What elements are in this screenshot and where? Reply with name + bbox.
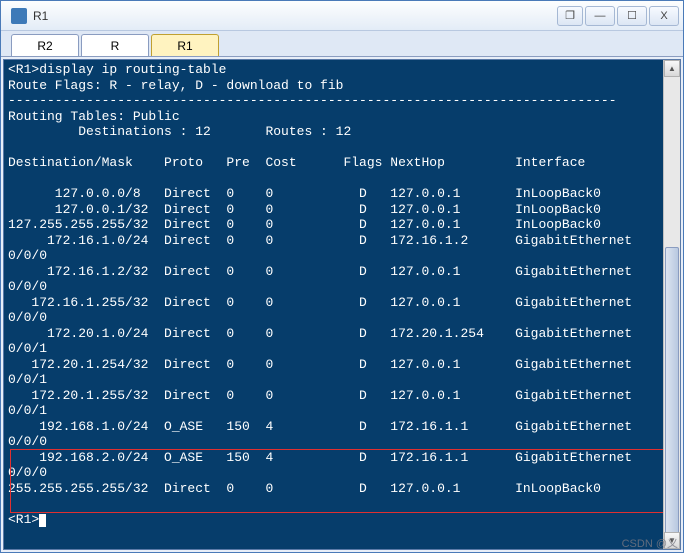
tab-r1[interactable]: R1 bbox=[151, 34, 219, 56]
cursor bbox=[39, 514, 46, 527]
minimize-button[interactable]: — bbox=[585, 6, 615, 26]
tab-bar: R2 R R1 bbox=[1, 31, 683, 57]
route-row: 0/0/1 bbox=[8, 341, 47, 356]
route-row: 0/0/0 bbox=[8, 465, 47, 480]
flags-line: Route Flags: R - relay, D - download to … bbox=[8, 78, 343, 93]
scroll-track[interactable] bbox=[664, 77, 680, 532]
watermark: CSDN @义 bbox=[622, 535, 678, 551]
route-row: 0/0/0 bbox=[8, 310, 47, 325]
header-row: Destination/Mask Proto Pre Cost Flags Ne… bbox=[8, 155, 585, 170]
route-row: 172.16.1.255/32 Direct 0 0 D 127.0.0.1 G… bbox=[8, 295, 632, 310]
divider-line: ----------------------------------------… bbox=[8, 93, 617, 108]
app-window: R1 ❐ — ☐ X R2 R R1 <R1>display ip routin… bbox=[0, 0, 684, 553]
scroll-up-button[interactable]: ▲ bbox=[664, 60, 680, 77]
route-row: 0/0/1 bbox=[8, 403, 47, 418]
tables-line: Routing Tables: Public bbox=[8, 109, 180, 124]
terminal-container: <R1>display ip routing-table Route Flags… bbox=[3, 59, 681, 550]
route-row: 127.0.0.1/32 Direct 0 0 D 127.0.0.1 InLo… bbox=[8, 202, 601, 217]
route-row: 0/0/0 bbox=[8, 434, 47, 449]
route-row: 0/0/0 bbox=[8, 248, 47, 263]
route-row: 172.20.1.254/32 Direct 0 0 D 127.0.0.1 G… bbox=[8, 357, 632, 372]
route-row: 172.16.1.2/32 Direct 0 0 D 127.0.0.1 Gig… bbox=[8, 264, 632, 279]
route-row: 127.255.255.255/32 Direct 0 0 D 127.0.0.… bbox=[8, 217, 601, 232]
app-icon bbox=[11, 8, 27, 24]
route-row: 172.20.1.255/32 Direct 0 0 D 127.0.0.1 G… bbox=[8, 388, 632, 403]
titlebar[interactable]: R1 ❐ — ☐ X bbox=[1, 1, 683, 31]
route-row: 192.168.1.0/24 O_ASE 150 4 D 172.16.1.1 … bbox=[8, 419, 632, 434]
route-row: 172.20.1.0/24 Direct 0 0 D 172.20.1.254 … bbox=[8, 326, 632, 341]
route-row: 0/0/1 bbox=[8, 372, 47, 387]
maximize-button[interactable]: ☐ bbox=[617, 6, 647, 26]
window-controls: ❐ — ☐ X bbox=[557, 6, 679, 26]
dest-routes-line: Destinations : 12 Routes : 12 bbox=[8, 124, 351, 139]
route-row: 172.16.1.0/24 Direct 0 0 D 172.16.1.2 Gi… bbox=[8, 233, 632, 248]
window-title: R1 bbox=[33, 9, 557, 23]
route-row: 127.0.0.0/8 Direct 0 0 D 127.0.0.1 InLoo… bbox=[8, 186, 601, 201]
cmd-line: <R1>display ip routing-table bbox=[8, 62, 226, 77]
prompt: <R1> bbox=[8, 512, 39, 527]
restore-down-button[interactable]: ❐ bbox=[557, 6, 583, 26]
route-row: 192.168.2.0/24 O_ASE 150 4 D 172.16.1.1 … bbox=[8, 450, 632, 465]
route-row: 255.255.255.255/32 Direct 0 0 D 127.0.0.… bbox=[8, 481, 601, 496]
terminal[interactable]: <R1>display ip routing-table Route Flags… bbox=[4, 60, 680, 549]
route-row: 0/0/0 bbox=[8, 279, 47, 294]
scroll-thumb[interactable] bbox=[665, 247, 679, 537]
tab-r2[interactable]: R2 bbox=[11, 34, 79, 56]
tab-r[interactable]: R bbox=[81, 34, 149, 56]
vertical-scrollbar[interactable]: ▲ ▼ bbox=[663, 60, 680, 549]
close-button[interactable]: X bbox=[649, 6, 679, 26]
